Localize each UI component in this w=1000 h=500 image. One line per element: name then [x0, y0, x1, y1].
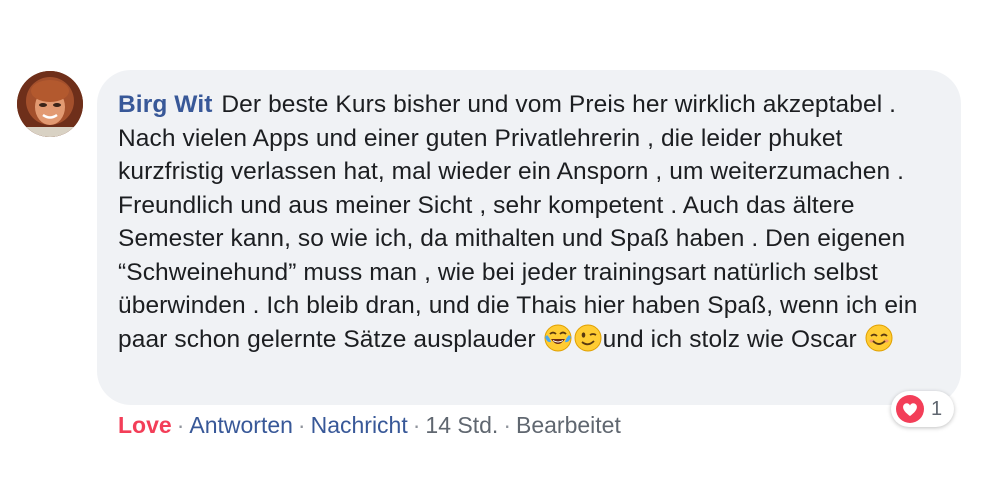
reaction-badge[interactable]: 1 — [891, 391, 955, 427]
comment-body-part2: und ich stolz wie Oscar — [602, 325, 864, 353]
comment-timestamp[interactable]: 14 Std. — [425, 412, 498, 438]
comment-body-part1: Der beste Kurs bisher und vom Preis her … — [118, 91, 918, 353]
comment-thread: Birg Wit Der beste Kurs bisher und vom P… — [0, 0, 1000, 500]
reaction-count: 1 — [931, 397, 943, 420]
separator: · — [297, 412, 306, 438]
separator: · — [503, 412, 511, 438]
avatar[interactable] — [17, 71, 83, 137]
message-button[interactable]: Nachricht — [311, 412, 408, 438]
comment-text: Birg Wit Der beste Kurs bisher und vom P… — [118, 88, 939, 356]
comment-bubble: Birg Wit Der beste Kurs bisher und vom P… — [97, 70, 961, 405]
edited-label[interactable]: Bearbeitet — [516, 412, 621, 438]
separator: · — [176, 412, 185, 438]
winking-emoji — [573, 323, 603, 353]
comment-actions: Love · Antworten · Nachricht · 14 Std. · Bearbei… — [118, 409, 621, 441]
separator: · — [412, 412, 421, 438]
heart-icon — [896, 395, 924, 423]
tears-of-joy-emoji — [543, 323, 573, 353]
reply-button[interactable]: Antworten — [189, 412, 293, 438]
love-button[interactable]: Love — [118, 412, 172, 438]
comment-author[interactable]: Birg Wit — [118, 91, 212, 118]
smiling-eyes-emoji — [864, 323, 894, 353]
